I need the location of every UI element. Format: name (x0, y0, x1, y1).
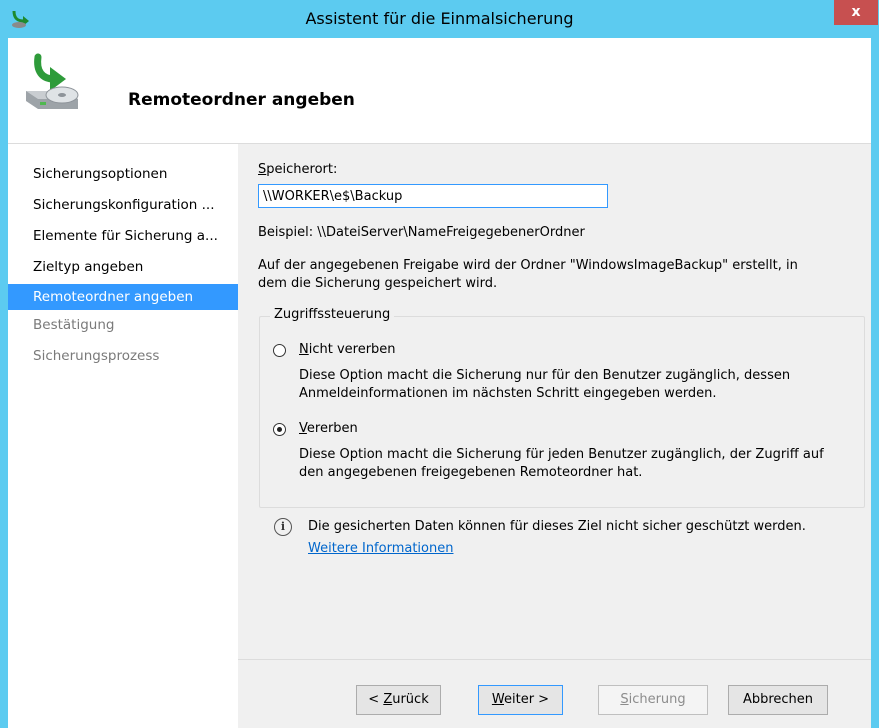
step-zieltyp[interactable]: Zieltyp angeben (33, 254, 239, 280)
title-bar[interactable]: Assistent für die Einmalsicherung x (0, 0, 879, 38)
back-button-text: urück (392, 692, 429, 707)
step-remoteordner[interactable]: Remoteordner angeben (8, 284, 240, 310)
desc-nicht-vererben-1: Diese Option macht die Sicherung nur für… (299, 368, 791, 383)
label-nicht-vererben[interactable]: Nicht vererben (299, 342, 396, 357)
desc-vererben-2: den angegebenen freigegebenen Remoteordn… (299, 465, 643, 480)
label-nicht-vererben-mnemonic: N (299, 342, 309, 357)
back-button[interactable]: < Zurück (356, 685, 441, 715)
info-text: Die gesicherten Daten können für dieses … (308, 519, 806, 534)
more-info-link[interactable]: Weitere Informationen (308, 541, 453, 556)
info-icon: i (274, 518, 292, 536)
desc-nicht-vererben-2: Anmeldeinformationen im nächsten Schritt… (299, 386, 717, 401)
label-vererben-text: ererben (306, 421, 358, 436)
backup-button-text: icherung (628, 692, 686, 707)
window-title: Assistent für die Einmalsicherung (305, 9, 574, 28)
radio-vererben[interactable] (273, 423, 286, 436)
desc-vererben-1: Diese Option macht die Sicherung für jed… (299, 447, 824, 462)
access-control-title: Zugriffssteuerung (270, 307, 395, 322)
wizard-steps: Sicherungsoptionen Sicherungskonfigurati… (8, 144, 240, 728)
page-title: Remoteordner angeben (128, 90, 355, 110)
description-line-1: Auf der angegebenen Freigabe wird der Or… (258, 258, 798, 273)
label-nicht-vererben-text: icht vererben (308, 342, 396, 357)
description-line-2: dem die Sicherung gespeichert wird. (258, 276, 498, 291)
next-button-mnemonic: W (491, 692, 504, 707)
wizard-window: Assistent für die Einmalsicherung x Remo… (0, 0, 879, 728)
back-button-mnemonic: Z (383, 692, 393, 707)
back-button-prefix: < (368, 692, 384, 707)
label-vererben-mnemonic: V (299, 421, 307, 436)
close-button[interactable]: x (834, 0, 878, 25)
example-text: Beispiel: \\DateiServer\NameFreigegebene… (258, 225, 585, 240)
footer-separator (238, 659, 871, 660)
step-sicherungsoptionen[interactable]: Sicherungsoptionen (33, 161, 239, 187)
location-label-text: peicherort: (266, 162, 338, 177)
label-vererben[interactable]: Vererben (299, 421, 358, 436)
wizard-header: Remoteordner angeben (8, 38, 871, 144)
backup-drive-icon (26, 53, 79, 109)
wizard-content: Speicherort: Beispiel: \\DateiServer\Nam… (238, 144, 871, 728)
step-bestaetigung: Bestätigung (33, 317, 115, 333)
radio-nicht-vererben[interactable] (273, 344, 286, 357)
wizard-client: Remoteordner angeben Sicherungsoptionen … (8, 38, 871, 728)
backup-button: Sicherung (598, 685, 708, 715)
cancel-button[interactable]: Abbrechen (728, 685, 828, 715)
step-elemente[interactable]: Elemente für Sicherung a... (33, 223, 239, 249)
next-button-text: eiter > (504, 692, 550, 707)
step-sicherungskonfiguration[interactable]: Sicherungskonfiguration ... (33, 192, 239, 218)
location-input[interactable] (258, 184, 608, 208)
next-button[interactable]: Weiter > (478, 685, 563, 715)
location-label: Speicherort: (258, 162, 337, 177)
backup-button-mnemonic: S (620, 692, 629, 707)
step-sicherungsprozess: Sicherungsprozess (33, 348, 160, 364)
